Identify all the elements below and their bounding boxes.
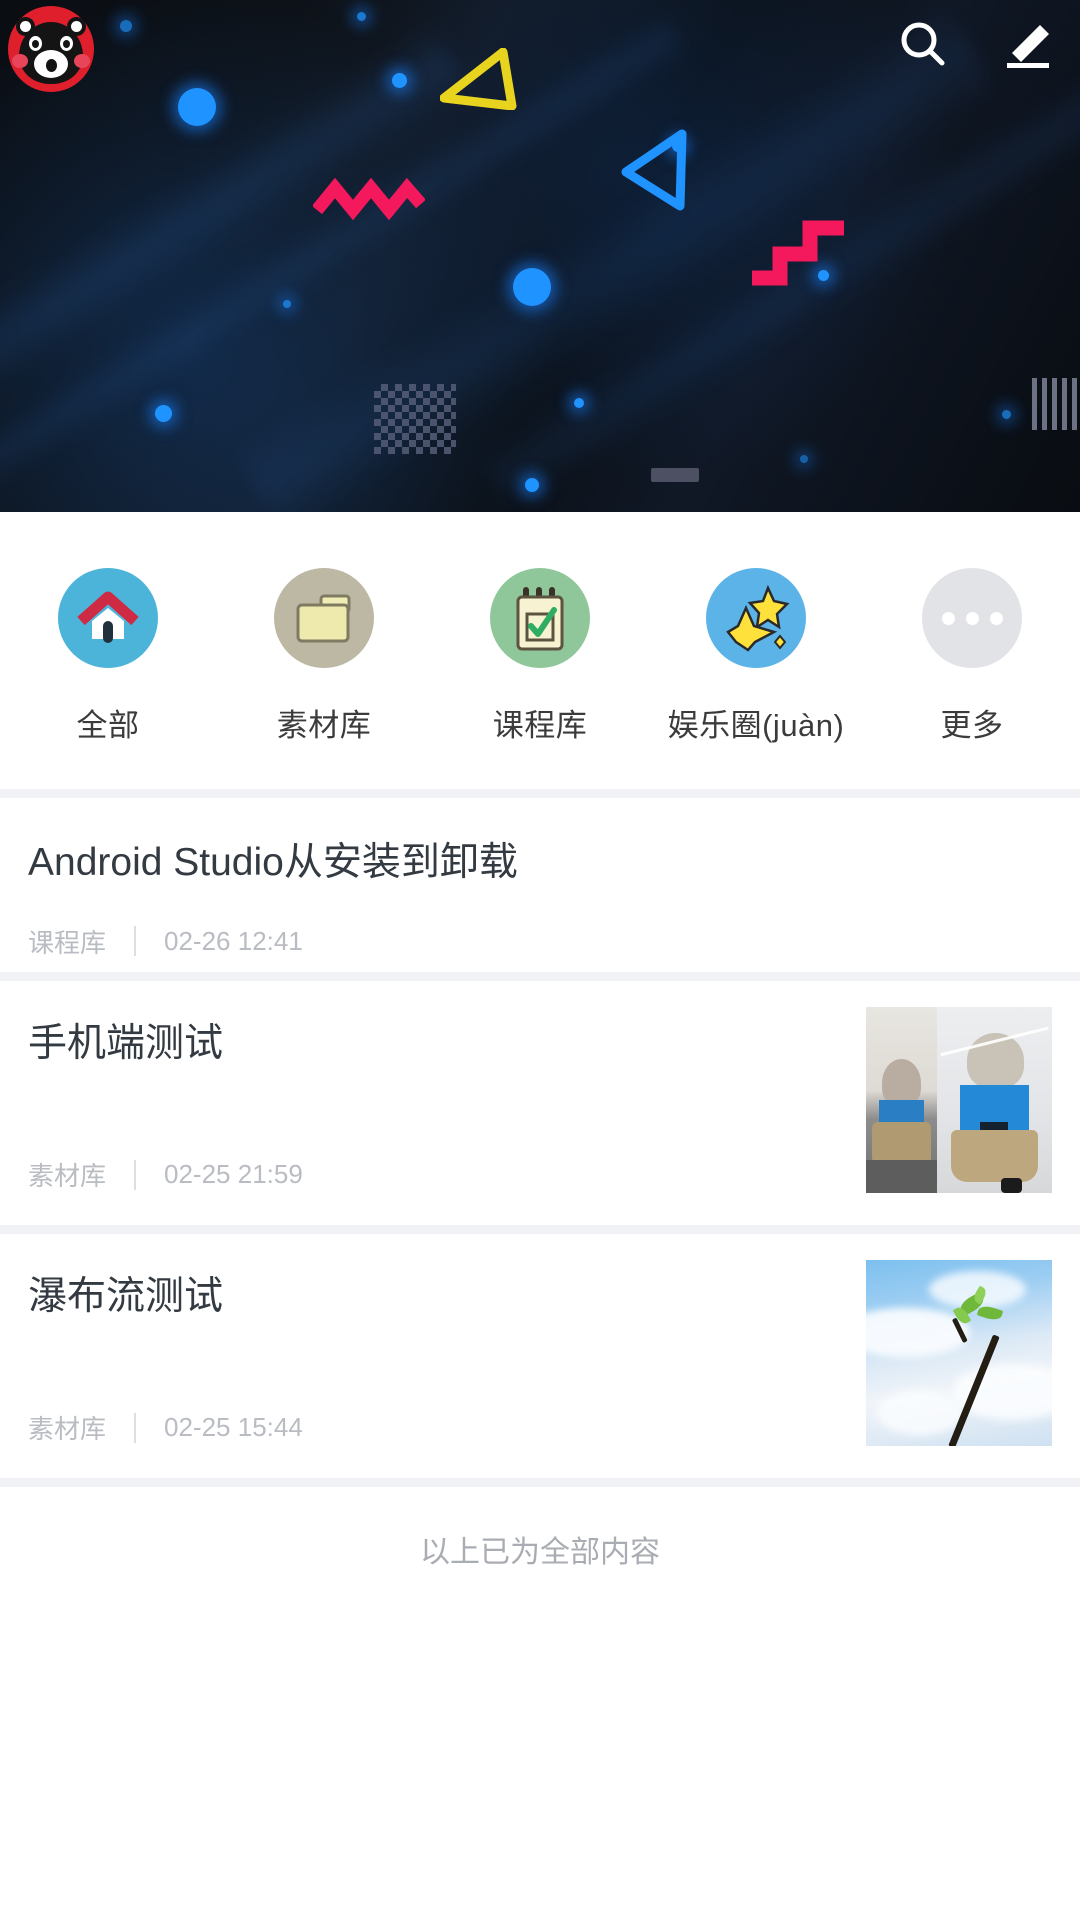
category-item-material[interactable]: 素材库: [216, 568, 432, 745]
article-category: 课程库: [28, 927, 107, 958]
blue-glow-dot: [120, 20, 132, 32]
category-item-more[interactable]: 更多: [864, 568, 1080, 745]
article-date: 02-26 12:41: [164, 925, 303, 956]
home-icon: [58, 568, 158, 668]
blue-glow-dot: [800, 455, 808, 463]
category-item-entertainment[interactable]: 娱乐圈(juàn): [648, 568, 864, 745]
article-title: Android Studio从安装到卸载: [28, 841, 518, 884]
blue-triangle-icon: [621, 129, 687, 211]
blue-glow-dot: [283, 300, 291, 308]
article-category: 素材库: [28, 1414, 107, 1444]
avatar-mouth: [46, 59, 57, 72]
search-icon: [901, 22, 945, 66]
article-list-item[interactable]: 手机端测试 素材库 02-25 21:59: [0, 981, 1080, 1225]
article-meta: 素材库 02-25 21:59: [28, 1156, 866, 1193]
article-thumbnail[interactable]: [866, 1260, 1052, 1446]
blue-glow-dot: [574, 398, 584, 408]
search-button[interactable]: [892, 14, 954, 76]
category-label: 素材库: [276, 708, 372, 743]
article-meta: 课程库 02-26 12:41: [28, 923, 1052, 960]
article-list-item[interactable]: 瀑布流测试 素材库 02-25 15:44: [0, 1234, 1080, 1478]
checkerboard-pattern: [374, 384, 456, 454]
list-divider: [0, 1478, 1080, 1487]
article-thumbnail[interactable]: [866, 1007, 1052, 1193]
avatar-ear: [16, 17, 35, 36]
compose-button[interactable]: [996, 14, 1058, 76]
blue-glow-dot: [513, 268, 551, 306]
article-category: 素材库: [28, 1161, 107, 1191]
star-icon: [706, 568, 806, 668]
meta-separator: [134, 1159, 137, 1190]
yellow-triangle-icon: [440, 48, 517, 110]
pink-staircase-icon: [752, 220, 844, 286]
article-list-item[interactable]: Android Studio从安装到卸载 课程库 02-26 12:41: [0, 798, 1080, 972]
article-title: 瀑布流测试: [28, 1275, 224, 1318]
pencil-edit-icon: [1007, 25, 1049, 68]
gray-plate-shape: [651, 468, 699, 482]
sky-branch-sprout-photo: [866, 1260, 1052, 1446]
category-label: 课程库: [492, 708, 588, 743]
category-label: 全部: [76, 708, 140, 743]
avatar-ear: [67, 17, 86, 36]
avatar-eye: [29, 36, 42, 51]
meta-separator: [134, 926, 137, 957]
section-divider: [0, 789, 1080, 798]
article-date: 02-25 21:59: [164, 1159, 303, 1189]
folder-icon: [274, 568, 374, 668]
list-divider: [0, 1225, 1080, 1234]
list-divider: [0, 972, 1080, 981]
kumamon-avatar[interactable]: [8, 6, 94, 92]
header-actions: [892, 14, 1058, 76]
blue-glow-dot: [525, 478, 539, 492]
blue-glow-dot: [357, 12, 366, 21]
avatar-cheek: [74, 54, 90, 68]
more-dots-icon: [922, 568, 1022, 668]
hero-banner: [0, 0, 1080, 512]
blue-glow-dot: [178, 88, 216, 126]
blue-glow-dot: [392, 73, 407, 88]
avatar-cheek: [12, 54, 28, 68]
avatar-eye: [60, 36, 73, 51]
category-label: 更多: [940, 708, 1004, 743]
notebook-check-icon: [490, 568, 590, 668]
list-end-message: 以上已为全部内容: [0, 1487, 1080, 1611]
article-title: 手机端测试: [28, 1022, 224, 1065]
category-row: 全部 素材库 课程库 娱乐圈(juàn) 更多: [0, 512, 1080, 789]
end-text: 以上已为全部内容: [420, 1536, 660, 1569]
article-meta: 素材库 02-25 15:44: [28, 1409, 866, 1446]
category-label: 娱乐圈(juàn): [667, 708, 845, 743]
meta-separator: [134, 1412, 137, 1443]
vertical-bars-pattern: [1032, 378, 1080, 430]
category-item-course[interactable]: 课程库: [432, 568, 648, 745]
cat-costume-photo: [866, 1007, 1052, 1193]
blue-glow-dot: [1002, 410, 1011, 419]
category-item-all[interactable]: 全部: [0, 568, 216, 745]
article-date: 02-25 15:44: [164, 1412, 303, 1442]
pink-zigzag-icon: [313, 178, 425, 221]
blue-glow-dot: [155, 405, 172, 422]
